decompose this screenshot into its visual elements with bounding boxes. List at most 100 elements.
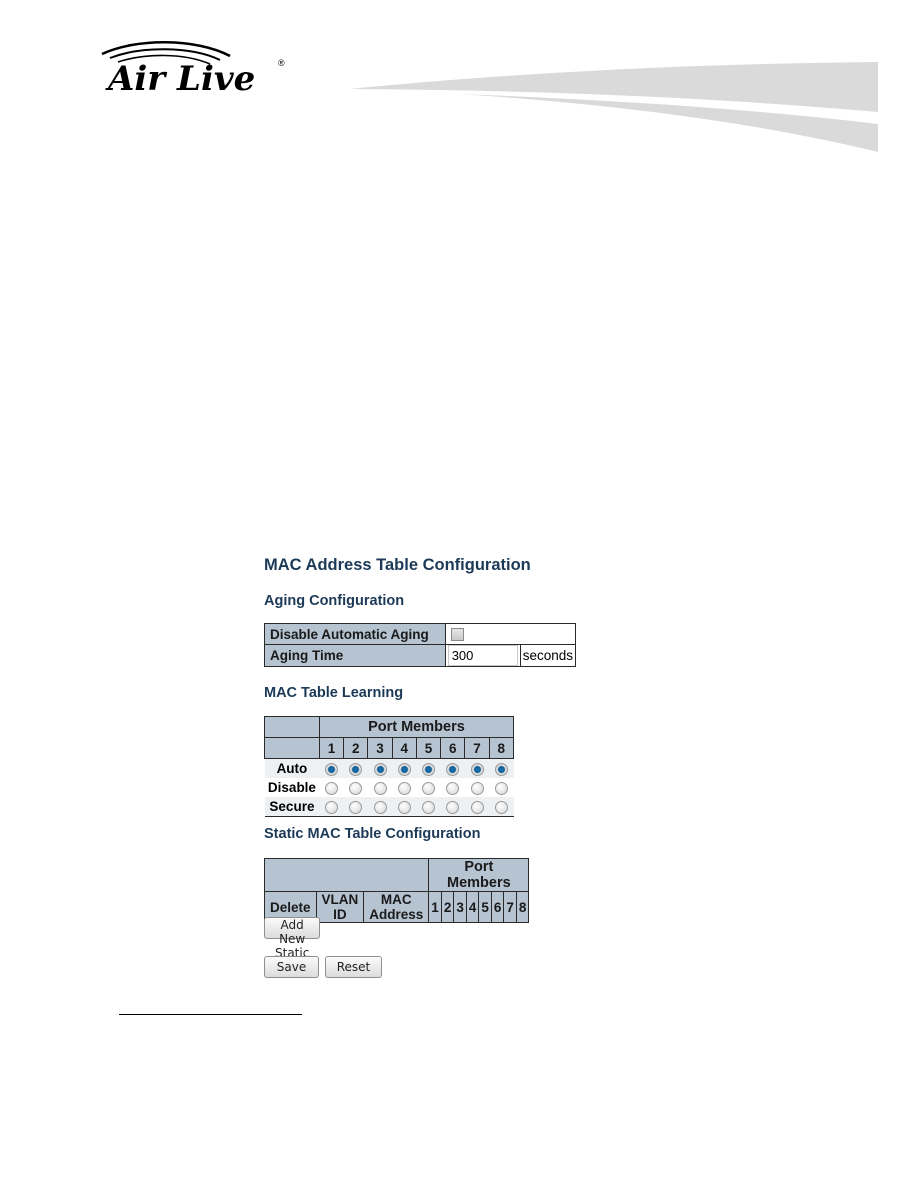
learning-radio-cell xyxy=(464,797,490,817)
learning-radio-secure-port-5[interactable] xyxy=(422,800,435,814)
learning-radio-cell xyxy=(343,778,368,797)
aging-row-time: Aging Time seconds xyxy=(264,644,577,667)
learning-port-members-header: Port Members xyxy=(318,716,515,738)
learning-radio-auto-port-4[interactable] xyxy=(397,762,411,776)
learning-port-header: 5 xyxy=(415,737,442,759)
learning-radio-disable-port-6[interactable] xyxy=(446,781,460,795)
learning-radio-secure-port-7[interactable] xyxy=(470,800,484,814)
col-vlan-id: VLAN ID xyxy=(315,891,365,923)
brand-name: Air Live xyxy=(105,59,255,99)
page-title: MAC Address Table Configuration xyxy=(264,556,531,574)
reset-button[interactable]: Reset xyxy=(325,956,382,978)
aging-time-label: Aging Time xyxy=(264,644,446,667)
learning-radio-cell xyxy=(489,758,514,778)
learning-row-disable: Disable xyxy=(264,778,514,797)
static-port-header: 2 xyxy=(440,891,455,923)
learning-radio-secure-port-4[interactable] xyxy=(397,800,411,814)
learning-table: Port Members 12345678 Auto Disable Secure xyxy=(264,716,515,817)
static-section-title: Static MAC Table Configuration xyxy=(264,826,481,842)
airlive-logo: Air Live ® xyxy=(101,41,285,99)
learning-row-secure: Secure xyxy=(264,797,514,817)
learning-radio-secure-port-1[interactable] xyxy=(325,800,338,814)
learning-radio-disable-port-2[interactable] xyxy=(349,781,363,795)
learning-radio-cell xyxy=(392,758,417,778)
aging-table: Disable Automatic Aging Aging Time secon… xyxy=(264,623,577,667)
disable-aging-checkbox[interactable] xyxy=(450,628,464,642)
learning-radio-auto-port-8[interactable] xyxy=(494,762,508,776)
learning-radio-auto-port-7[interactable] xyxy=(470,762,484,776)
learning-port-header: 2 xyxy=(343,737,369,759)
learning-radio-auto-port-2[interactable] xyxy=(349,762,363,776)
learning-section-title: MAC Table Learning xyxy=(264,685,404,701)
learning-radio-cell xyxy=(464,758,490,778)
learning-radio-disable-port-1[interactable] xyxy=(325,781,338,795)
learning-radio-cell xyxy=(440,778,465,797)
learning-row-auto: Auto xyxy=(264,758,514,778)
learning-radio-secure-port-6[interactable] xyxy=(446,800,460,814)
learning-radio-cell xyxy=(440,797,465,817)
learning-radio-disable-port-3[interactable] xyxy=(373,781,387,795)
registered-mark: ® xyxy=(278,58,285,68)
learning-radio-auto-port-3[interactable] xyxy=(373,762,387,776)
learning-corner-cell xyxy=(264,716,320,738)
learning-port-header: 8 xyxy=(488,737,515,759)
aging-time-input[interactable] xyxy=(447,645,518,666)
learning-radio-cell xyxy=(464,778,490,797)
learning-radio-cell xyxy=(440,758,465,778)
learning-radio-cell xyxy=(319,797,344,817)
footnote-separator xyxy=(119,1014,302,1015)
learning-port-header: 6 xyxy=(440,737,466,759)
aging-time-cell xyxy=(444,644,521,667)
learning-radio-disable-port-8[interactable] xyxy=(494,781,508,795)
learning-port-header: 7 xyxy=(464,737,490,759)
static-port-header: 3 xyxy=(453,891,467,923)
learning-radio-cell xyxy=(416,797,441,817)
learning-radio-cell xyxy=(343,758,368,778)
learning-radio-disable-port-7[interactable] xyxy=(470,781,484,795)
static-port-header: 1 xyxy=(428,891,442,923)
learning-mode-label: Secure xyxy=(264,797,320,817)
learning-radio-disable-port-5[interactable] xyxy=(422,781,435,795)
learning-radio-cell xyxy=(416,758,441,778)
aging-row-disable: Disable Automatic Aging xyxy=(264,623,577,645)
add-new-static-entry-button[interactable]: Add New Static Entry xyxy=(264,917,321,974)
learning-corner-cell-2 xyxy=(264,737,320,759)
learning-radio-cell xyxy=(367,797,393,817)
learning-port-header: 3 xyxy=(367,737,393,759)
learning-radio-cell xyxy=(392,797,417,817)
static-port-header: 6 xyxy=(490,891,505,923)
learning-radio-cell xyxy=(489,778,514,797)
static-port-header: 8 xyxy=(515,891,530,923)
learning-radio-cell xyxy=(343,797,368,817)
learning-radio-secure-port-8[interactable] xyxy=(494,800,508,814)
disable-aging-cell xyxy=(444,623,577,645)
learning-radio-auto-port-1[interactable] xyxy=(325,762,338,776)
learning-radio-secure-port-2[interactable] xyxy=(349,800,363,814)
learning-mode-label: Disable xyxy=(264,778,320,797)
static-port-members-header: Port Members xyxy=(428,858,530,892)
learning-radio-cell xyxy=(367,758,393,778)
learning-mode-label: Auto xyxy=(264,758,320,778)
disable-aging-label: Disable Automatic Aging xyxy=(264,623,446,645)
aging-section-title: Aging Configuration xyxy=(264,593,405,609)
static-mac-table: Port Members Delete VLAN ID MAC Address … xyxy=(263,858,530,923)
learning-port-header: 1 xyxy=(318,737,345,759)
learning-radio-cell xyxy=(319,778,344,797)
static-port-header: 4 xyxy=(465,891,480,923)
learning-radio-cell xyxy=(392,778,417,797)
learning-radio-disable-port-4[interactable] xyxy=(397,781,411,795)
aging-time-unit: seconds xyxy=(520,644,577,667)
static-port-header: 5 xyxy=(478,891,492,923)
learning-radio-cell xyxy=(367,778,393,797)
learning-radio-secure-port-3[interactable] xyxy=(373,800,387,814)
learning-radio-cell xyxy=(319,758,344,778)
learning-radio-auto-port-5[interactable] xyxy=(422,762,435,776)
static-port-header: 7 xyxy=(503,891,517,923)
learning-radio-cell xyxy=(489,797,514,817)
static-empty-header xyxy=(263,858,430,892)
learning-port-header: 4 xyxy=(391,737,417,759)
learning-radio-cell xyxy=(416,778,441,797)
save-button[interactable]: Save xyxy=(264,956,319,978)
header-swoosh-decoration xyxy=(350,62,878,152)
learning-radio-auto-port-6[interactable] xyxy=(446,762,460,776)
